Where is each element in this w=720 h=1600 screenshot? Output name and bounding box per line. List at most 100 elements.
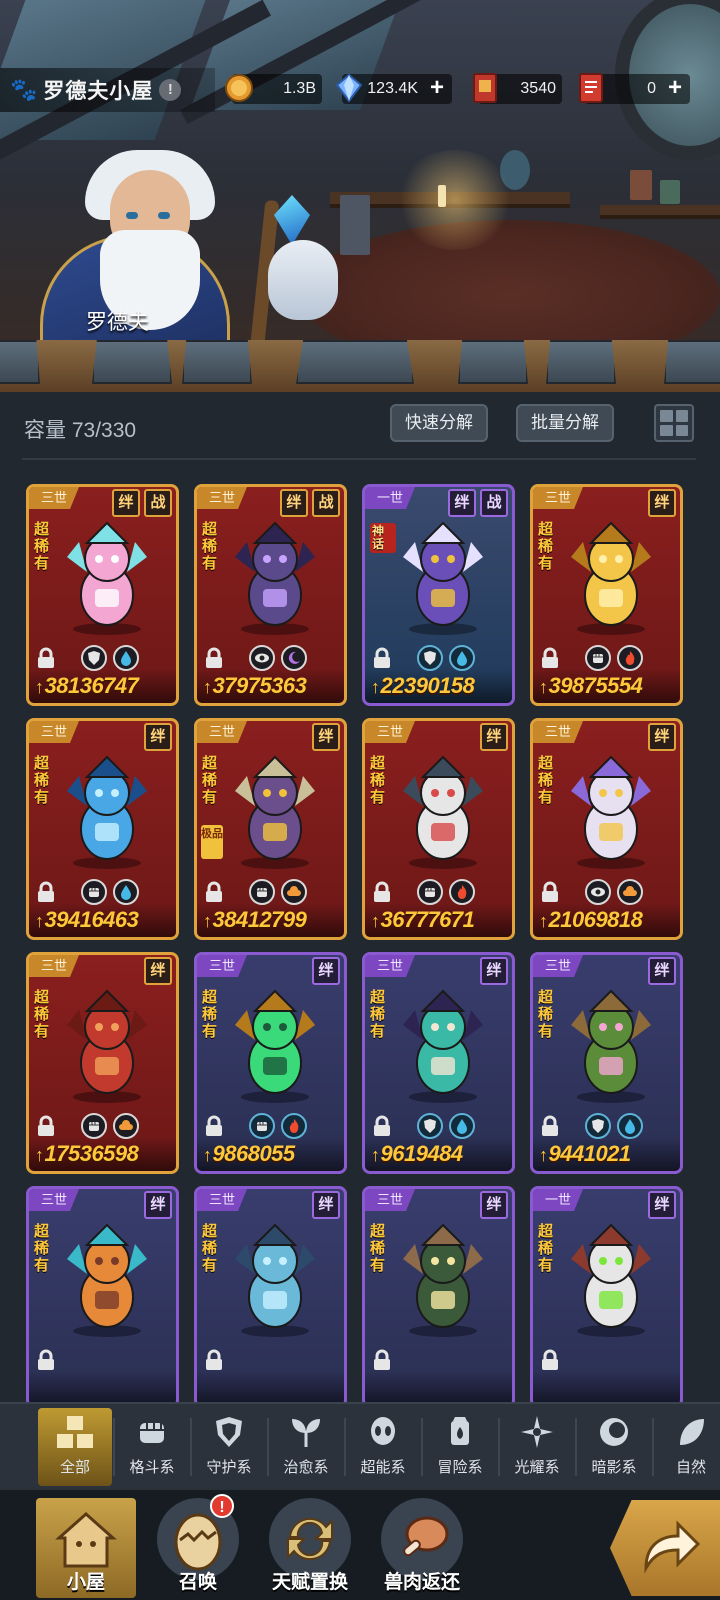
nav-label: 召唤 (178, 1572, 217, 1593)
cloud-icon (617, 879, 643, 905)
add-red-ticket-button[interactable]: + (662, 76, 688, 102)
bond-tag: 绊 (480, 1191, 508, 1219)
category-tab-2[interactable]: 格斗系 (115, 1408, 189, 1486)
category-tab-7[interactable]: 光耀系 (500, 1408, 574, 1486)
lock-icon[interactable] (371, 1115, 393, 1137)
cabin-scene: 罗德夫 (0, 0, 720, 392)
nav-talent-swap[interactable]: 天赋置换 (260, 1498, 360, 1598)
lock-icon[interactable] (203, 881, 225, 903)
monster-card[interactable]: 三世 绊超稀有 39875554 (530, 484, 683, 706)
eclipse-icon (594, 1412, 634, 1452)
resource-gold: 1.3B (225, 74, 322, 104)
exclamation-icon[interactable]: ! (159, 79, 182, 101)
category-tab-9[interactable]: 自然 (654, 1408, 720, 1486)
category-separator (190, 1418, 192, 1476)
monster-card[interactable]: 一世 绊超稀有 (530, 1186, 683, 1408)
rarity-label: 超稀有 (538, 1223, 554, 1274)
monster-card[interactable]: 三世 绊超稀有 39416463 (26, 718, 179, 940)
category-tab-4[interactable]: 治愈系 (269, 1408, 343, 1486)
quick-decompose-button[interactable]: 快速分解 (390, 404, 488, 442)
lock-icon[interactable] (35, 881, 57, 903)
monster-card[interactable]: 三世 绊超稀有 21069818 (530, 718, 683, 940)
lock-icon[interactable] (539, 1349, 561, 1371)
monster-card[interactable]: 三世 绊战超稀有 38136747 (26, 484, 179, 706)
shield-icon (417, 1113, 443, 1139)
lock-icon[interactable] (539, 1115, 561, 1137)
monster-card[interactable]: 三世 绊超稀有 9619484 (362, 952, 515, 1174)
lock-icon[interactable] (371, 881, 393, 903)
fire-icon (449, 879, 475, 905)
category-separator (498, 1418, 500, 1476)
monster-card[interactable]: 一世绊战神话 22390158 (362, 484, 515, 706)
category-tab-8[interactable]: 暗影系 (577, 1408, 651, 1486)
combat-power: 39875554 (539, 673, 643, 699)
fist-icon (81, 879, 107, 905)
generation-tag: 三世 (533, 487, 583, 509)
nav-cabin[interactable]: 小屋 (36, 1498, 136, 1598)
potion-bottle (630, 170, 652, 200)
divider (22, 458, 696, 460)
fist-icon (249, 1113, 275, 1139)
generation-tag: 三世 (29, 955, 79, 977)
lock-icon[interactable] (371, 647, 393, 669)
nav-label: 小屋 (66, 1572, 105, 1593)
monster-card[interactable]: 三世 绊超稀有 17536598 (26, 952, 179, 1174)
gold-amount: 1.3B (283, 80, 316, 97)
category-tab-5[interactable]: 超能系 (346, 1408, 420, 1486)
monster-portrait (57, 985, 157, 1105)
lock-icon[interactable] (539, 647, 561, 669)
monster-card[interactable]: 三世 绊超稀有 36777671 (362, 718, 515, 940)
lock-icon[interactable] (203, 647, 225, 669)
grid-view-toggle-icon[interactable] (654, 404, 694, 442)
lock-icon[interactable] (539, 881, 561, 903)
combat-power: 36777671 (371, 907, 475, 933)
monster-portrait (225, 1219, 325, 1339)
nav-summon[interactable]: ! 召唤 (148, 1494, 248, 1598)
book-stack (340, 195, 370, 255)
cloud-icon (281, 879, 307, 905)
bond-tag: 绊 (312, 723, 340, 751)
npc-wizard-rodolf[interactable] (30, 140, 338, 392)
go-button[interactable] (610, 1500, 720, 1596)
category-separator (267, 1418, 269, 1476)
nav-meat-return[interactable]: 兽肉返还 (372, 1498, 472, 1598)
lock-icon[interactable] (35, 647, 57, 669)
wall-trim (0, 340, 720, 392)
water-drop-icon (449, 645, 475, 671)
category-tab-3[interactable]: 守护系 (192, 1408, 266, 1486)
monster-portrait (393, 751, 493, 871)
add-crystal-button[interactable]: + (424, 76, 450, 102)
combat-power: 9619484 (371, 1141, 464, 1167)
sprout-icon (286, 1412, 326, 1452)
monster-card[interactable]: 三世 绊超稀有 (194, 1186, 347, 1408)
lock-icon[interactable] (371, 1349, 393, 1371)
category-tab-1[interactable]: 全部 (38, 1408, 112, 1486)
lock-icon[interactable] (35, 1115, 57, 1137)
monster-card[interactable]: 三世 绊超稀有 9441021 (530, 952, 683, 1174)
rarity-label: 超稀有 (34, 989, 50, 1040)
red-ticket-amount: 0 (647, 80, 656, 97)
monster-portrait (225, 517, 325, 637)
generation-tag: 三世 (197, 721, 247, 743)
monster-card[interactable]: 三世 绊超稀有 (362, 1186, 515, 1408)
monster-card[interactable]: 三世 绊超稀有 9868055 (194, 952, 347, 1174)
lock-icon[interactable] (35, 1349, 57, 1371)
lock-icon[interactable] (203, 1115, 225, 1137)
candle (438, 185, 446, 207)
star-compass-icon (517, 1412, 557, 1452)
resource-crystal: 123.4K + (335, 73, 452, 104)
monster-card[interactable]: 三世 绊超稀有极品 38412799 (194, 718, 347, 940)
rarity-label: 超稀有 (34, 521, 50, 572)
monster-card[interactable]: 三世 绊战超稀有 37975363 (194, 484, 347, 706)
category-label: 格斗系 (129, 1459, 175, 1476)
batch-decompose-button[interactable]: 批量分解 (516, 404, 614, 442)
monster-card[interactable]: 三世 绊超稀有 (26, 1186, 179, 1408)
bond-tag: 绊 (112, 489, 140, 517)
lock-icon[interactable] (203, 1349, 225, 1371)
nav-label: 天赋置换 (271, 1572, 348, 1593)
water-drop-icon (113, 645, 139, 671)
fire-icon (617, 645, 643, 671)
category-separator (652, 1418, 654, 1476)
ticket-amount: 3540 (520, 80, 556, 97)
category-tab-6[interactable]: 冒险系 (423, 1408, 497, 1486)
